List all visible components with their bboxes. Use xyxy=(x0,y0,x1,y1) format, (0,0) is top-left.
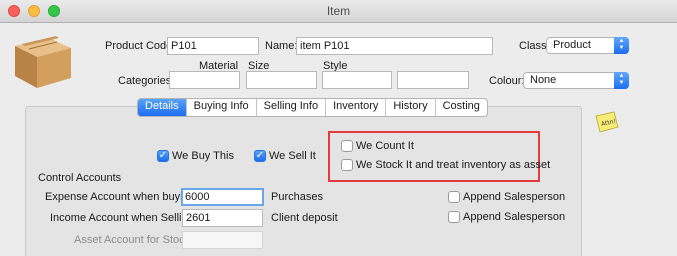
item-window: Item Product Code: P101 Name: item P101 … xyxy=(0,0,677,256)
class-select-value: Product xyxy=(553,39,591,51)
append-salesperson-selling-checkbox[interactable] xyxy=(448,211,460,223)
select-arrows-icon: ▲ ▼ xyxy=(614,37,629,54)
expense-account-input[interactable]: 6000 xyxy=(181,188,264,206)
category-size-input[interactable] xyxy=(246,71,317,89)
append-salesperson-buying-label: Append Salesperson xyxy=(463,191,566,203)
we-stock-it-label: We Stock It and treat inventory as asset xyxy=(356,159,551,171)
window-title: Item xyxy=(326,4,351,18)
colour-select-value: None xyxy=(530,74,557,86)
product-code-input[interactable]: P101 xyxy=(167,37,259,55)
product-code-label: Product Code: xyxy=(105,40,176,52)
class-select[interactable]: Product ▲ ▼ xyxy=(546,37,629,54)
append-salesperson-selling-label: Append Salesperson xyxy=(463,211,566,223)
colour-select[interactable]: None ▲ ▼ xyxy=(523,72,629,89)
tab-buying-info[interactable]: Buying Info xyxy=(187,99,257,116)
expense-account-label: Expense Account when buying: xyxy=(45,191,198,203)
tab-inventory[interactable]: Inventory xyxy=(326,99,387,116)
we-stock-it-checkbox[interactable] xyxy=(341,159,353,171)
sticky-note-icon[interactable]: Attn! xyxy=(594,111,620,136)
control-accounts-label: Control Accounts xyxy=(38,172,122,184)
we-count-it-label: We Count It xyxy=(356,140,414,152)
tab-details[interactable]: Details xyxy=(138,99,187,116)
tab-history[interactable]: History xyxy=(386,99,436,116)
checkmark-icon: ✓ xyxy=(255,150,265,161)
we-count-it-checkbox[interactable] xyxy=(341,140,353,152)
title-bar: Item xyxy=(0,0,677,23)
name-input[interactable]: item P101 xyxy=(296,37,493,55)
asset-account-label: Asset Account for Stock: xyxy=(74,234,194,246)
select-arrows-icon: ▲ ▼ xyxy=(614,72,629,89)
income-account-name: Client deposit xyxy=(271,212,338,224)
product-box-icon xyxy=(9,30,75,93)
we-buy-this-checkbox[interactable]: ✓ xyxy=(157,150,169,162)
we-buy-this-label: We Buy This xyxy=(172,150,234,162)
category-extra-input[interactable] xyxy=(397,71,469,89)
colour-label: Colour: xyxy=(489,75,525,87)
expense-account-name: Purchases xyxy=(271,191,323,203)
name-label: Name: xyxy=(265,40,298,52)
checkmark-icon: ✓ xyxy=(158,150,168,161)
category-style-input[interactable] xyxy=(322,71,392,89)
tab-costing[interactable]: Costing xyxy=(436,99,487,116)
highlight-box xyxy=(328,131,540,182)
asset-account-input[interactable] xyxy=(182,231,263,249)
we-sell-it-label: We Sell It xyxy=(269,150,316,162)
tab-selling-info[interactable]: Selling Info xyxy=(257,99,327,116)
tab-bar: Details Buying Info Selling Info Invento… xyxy=(137,98,488,117)
category-material-input[interactable] xyxy=(169,71,240,89)
income-account-label: Income Account when Selling: xyxy=(50,212,197,224)
append-salesperson-buying-checkbox[interactable] xyxy=(448,191,460,203)
income-account-input[interactable]: 2601 xyxy=(182,209,263,227)
we-sell-it-checkbox[interactable]: ✓ xyxy=(254,150,266,162)
class-label: Class: xyxy=(519,40,550,52)
categories-label: Categories: xyxy=(118,75,175,87)
